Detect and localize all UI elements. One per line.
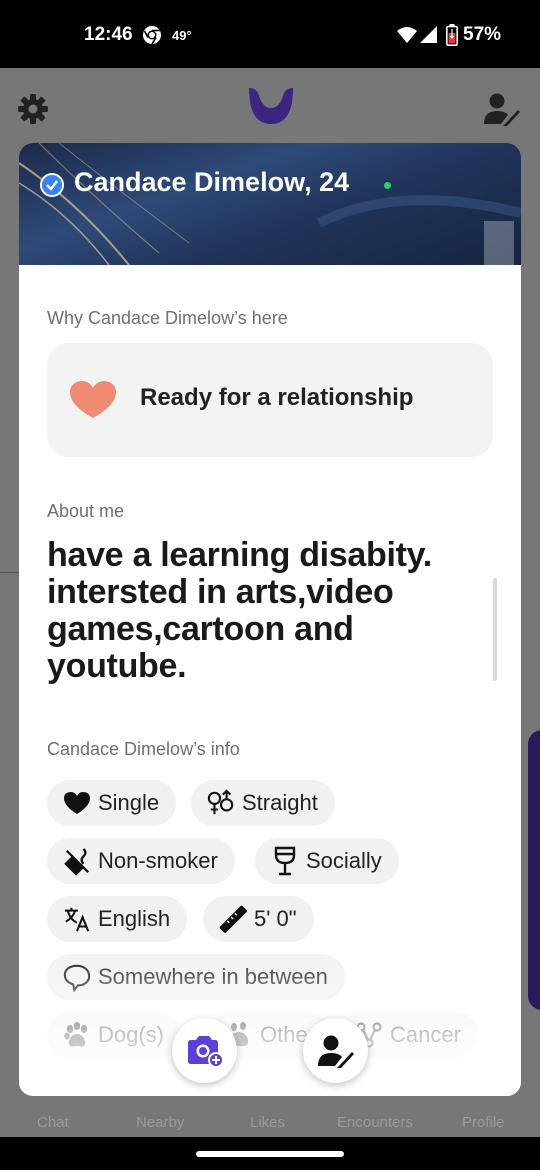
settings-gear-icon[interactable] [16, 92, 50, 126]
tab-nearby[interactable]: Nearby [136, 1114, 184, 1131]
wine-glass-icon [271, 846, 299, 876]
relationship-intent-card: Ready for a relationship [47, 343, 493, 457]
battery-percent: 57% [463, 24, 502, 45]
add-photo-button[interactable] [172, 1018, 237, 1083]
why-here-label: Why Candace Dimelow’s here [47, 308, 288, 328]
chip-label: 5' 0" [254, 906, 297, 931]
system-navigation-bar [0, 1137, 540, 1170]
camera-add-icon [187, 1035, 224, 1068]
photo-texture [19, 143, 521, 265]
background-purple-panel [528, 730, 540, 1010]
speech-bubble-icon [63, 963, 91, 992]
info-chip-language: English [47, 896, 188, 942]
about-me-label: About me [47, 501, 125, 521]
about-me-text: have a learning disabity. intersted in a… [47, 536, 432, 685]
profile-name: Candace Dimelow, 24 [74, 167, 350, 197]
status-bar: 12:46 49° 57% [0, 0, 540, 68]
info-chip-height: 5' 0" [203, 896, 314, 942]
edit-profile-icon[interactable] [484, 92, 520, 126]
chip-label: Socially [306, 848, 382, 873]
info-chip-relationship-status: Single [47, 780, 177, 826]
signal-icon [420, 26, 437, 43]
tab-chat[interactable]: Chat [37, 1114, 69, 1131]
profile-card[interactable]: Candace Dimelow, 24 Why Candace Dimelow’… [19, 143, 521, 1096]
chip-label: Dog(s) [98, 1022, 165, 1047]
chip-label: Somewhere in between [98, 964, 328, 989]
translate-icon [63, 905, 91, 933]
tab-profile[interactable]: Profile [462, 1114, 505, 1131]
heart-icon [70, 381, 116, 418]
chrome-icon [143, 26, 161, 45]
tab-likes[interactable]: Likes [250, 1114, 285, 1131]
chip-label: Single [98, 790, 160, 815]
wifi-icon [397, 27, 417, 43]
edit-profile-icon [317, 1035, 354, 1068]
chip-label: English [98, 906, 171, 931]
ruler-icon [219, 905, 247, 933]
home-gesture-pill[interactable] [196, 1151, 344, 1157]
verified-badge-icon [40, 173, 64, 197]
gender-icon [207, 789, 235, 817]
relationship-intent-text: Ready for a relationship [140, 384, 414, 411]
info-label: Candace Dimelow’s info [47, 739, 240, 759]
chip-label: Straight [242, 790, 318, 815]
chip-label: Non-smoker [98, 848, 218, 873]
paw-icon [63, 1021, 91, 1049]
info-chip-personality: Somewhere in between [47, 954, 345, 1000]
badoo-logo-icon [249, 88, 293, 124]
info-chip-drinking: Socially [255, 838, 399, 884]
status-temperature: 49° [172, 28, 192, 43]
heart-icon [63, 789, 91, 817]
chip-label: Cancer [390, 1022, 461, 1047]
background-divider [0, 572, 19, 573]
profile-photo[interactable]: Candace Dimelow, 24 [19, 143, 521, 265]
info-chip-smoking: Non-smoker [47, 838, 235, 884]
info-chip-orientation: Straight [191, 780, 335, 826]
online-status-dot [384, 182, 391, 189]
edit-profile-button[interactable] [303, 1018, 368, 1083]
info-chip-pets: Dog(s) [47, 1012, 182, 1058]
no-smoking-icon [63, 847, 91, 876]
battery-icon [446, 24, 458, 46]
about-scrollbar[interactable] [493, 578, 497, 681]
tab-encounters[interactable]: Encounters [337, 1114, 413, 1131]
status-time: 12:46 [84, 24, 133, 45]
